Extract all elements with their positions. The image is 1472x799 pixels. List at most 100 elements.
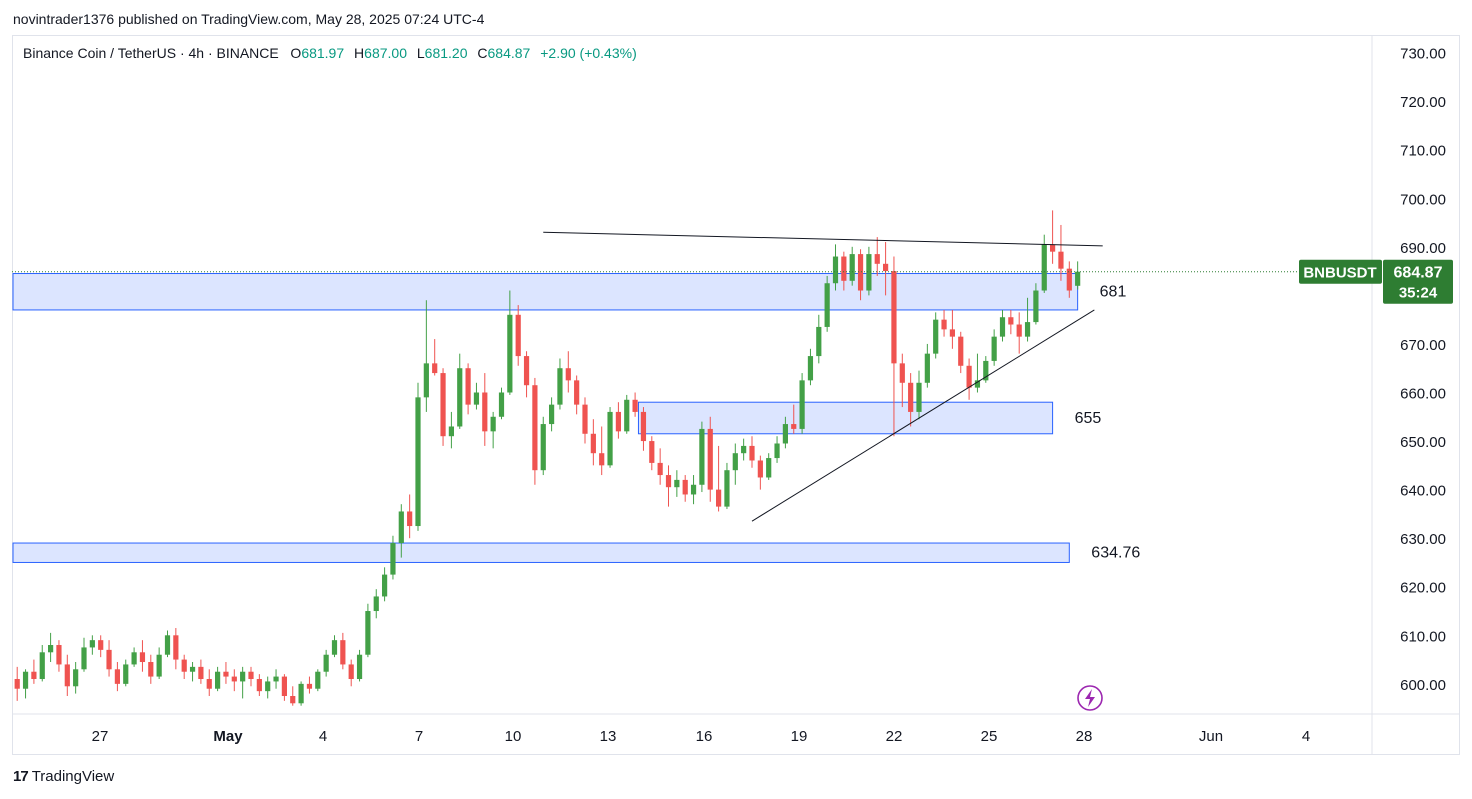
candle-body xyxy=(899,363,905,383)
candle-body xyxy=(423,363,429,398)
candle-body xyxy=(348,664,354,680)
candle-body xyxy=(340,640,346,665)
y-tick-label: 690.00 xyxy=(1400,240,1446,257)
candle-body xyxy=(173,635,179,660)
candle-body xyxy=(857,254,864,291)
candle-body xyxy=(991,336,997,361)
candle-body xyxy=(933,319,939,354)
candle-body xyxy=(849,254,855,281)
candle-body xyxy=(891,271,897,364)
candle-body xyxy=(440,373,446,437)
candle-body xyxy=(223,671,229,677)
change-value: +2.90 (+0.43%) xyxy=(540,45,637,61)
candle-body xyxy=(465,368,471,405)
candle-body xyxy=(774,443,780,459)
y-tick-label: 720.00 xyxy=(1400,94,1446,111)
candle-body xyxy=(816,326,822,357)
y-tick-label: 600.00 xyxy=(1400,677,1446,694)
candle-body xyxy=(482,392,488,432)
candle-body xyxy=(398,511,404,544)
candle-body xyxy=(1041,244,1047,291)
open-label: O xyxy=(290,45,302,61)
y-tick-label: 630.00 xyxy=(1400,531,1446,548)
candle-body xyxy=(832,256,839,284)
candle-body xyxy=(256,679,262,692)
x-tick-label: 4 xyxy=(319,728,327,745)
candle-body xyxy=(139,652,146,663)
candle-body xyxy=(1008,317,1014,325)
candle-body xyxy=(958,336,964,366)
candle-body xyxy=(949,329,955,337)
candle-body xyxy=(590,433,596,454)
x-tick-label: 10 xyxy=(505,728,522,745)
candle-body xyxy=(999,317,1006,337)
candle-body xyxy=(189,666,196,672)
symbol-legend: Binance Coin / TetherUS · 4h · BINANCE O… xyxy=(23,45,643,61)
candle-body xyxy=(807,356,814,381)
candle-body xyxy=(407,511,413,527)
candle-body xyxy=(198,666,204,680)
candle-body xyxy=(599,453,605,466)
candle-body xyxy=(507,314,513,393)
candle-body xyxy=(574,380,580,405)
candle-body xyxy=(532,385,538,471)
high-value: 687.00 xyxy=(364,45,407,61)
candle-body xyxy=(874,254,880,264)
candle-body xyxy=(732,453,738,471)
candle-body xyxy=(883,263,889,272)
candle-body xyxy=(1050,244,1056,252)
x-tick-label: 22 xyxy=(886,728,903,745)
candle-body xyxy=(48,645,54,653)
candle-body xyxy=(582,404,588,434)
candle-body xyxy=(649,441,655,463)
candle-body xyxy=(432,363,438,374)
y-tick-label: 710.00 xyxy=(1400,143,1446,160)
candle-body xyxy=(98,640,104,650)
zone-1[interactable] xyxy=(12,273,1079,311)
low-value: 681.20 xyxy=(424,45,468,61)
candle-body xyxy=(56,645,62,665)
candle-body xyxy=(315,671,321,689)
candle-body xyxy=(123,664,129,684)
candle-body xyxy=(782,424,788,444)
x-tick-label: 28 xyxy=(1076,728,1093,745)
candle-body xyxy=(14,679,20,689)
candle-body xyxy=(540,424,546,471)
x-tick-label: 4 xyxy=(1302,728,1310,745)
candlestick-chart[interactable]: 681 655 634.76 730.00 720.00 710.00 700.00 690.… xyxy=(0,0,1472,799)
candle-body xyxy=(373,596,379,612)
candle-body xyxy=(615,411,621,432)
x-tick-label: Jun xyxy=(1199,728,1223,745)
candle-body xyxy=(181,659,187,672)
candle-body xyxy=(1075,271,1081,286)
candle-body xyxy=(206,679,212,689)
candle-body xyxy=(665,475,672,488)
candle-body xyxy=(390,543,396,575)
candle-body xyxy=(565,368,571,381)
bar-countdown: 35:24 xyxy=(1399,285,1438,302)
candle-body xyxy=(22,671,29,689)
lightning-bolt-icon xyxy=(1085,689,1095,707)
candle-body xyxy=(106,649,112,670)
zone-label-2: 655 xyxy=(1075,410,1102,427)
close-value: 684.87 xyxy=(487,45,531,61)
y-tick-label: 660.00 xyxy=(1400,385,1446,402)
y-tick-label: 650.00 xyxy=(1400,434,1446,451)
x-tick-label: 27 xyxy=(92,728,109,745)
tradingview-brand[interactable]: 17 TradingView xyxy=(13,768,114,785)
candle-body xyxy=(607,411,613,466)
candle-body xyxy=(306,683,313,689)
candle-body xyxy=(498,392,505,417)
symbol-description: Binance Coin / TetherUS · 4h · BINANCE xyxy=(23,45,279,61)
candle-body xyxy=(674,479,680,488)
candle-body xyxy=(924,353,930,383)
y-tick-label: 640.00 xyxy=(1400,483,1446,500)
zone-3[interactable] xyxy=(12,542,1070,563)
candle-body xyxy=(156,654,162,677)
tradingview-logo-icon: 17 xyxy=(13,768,29,785)
candle-body xyxy=(81,647,87,670)
trendline-1[interactable] xyxy=(543,231,1103,247)
x-tick-label: 13 xyxy=(600,728,617,745)
x-tick-label: 19 xyxy=(791,728,808,745)
y-tick-label: 730.00 xyxy=(1400,46,1446,63)
